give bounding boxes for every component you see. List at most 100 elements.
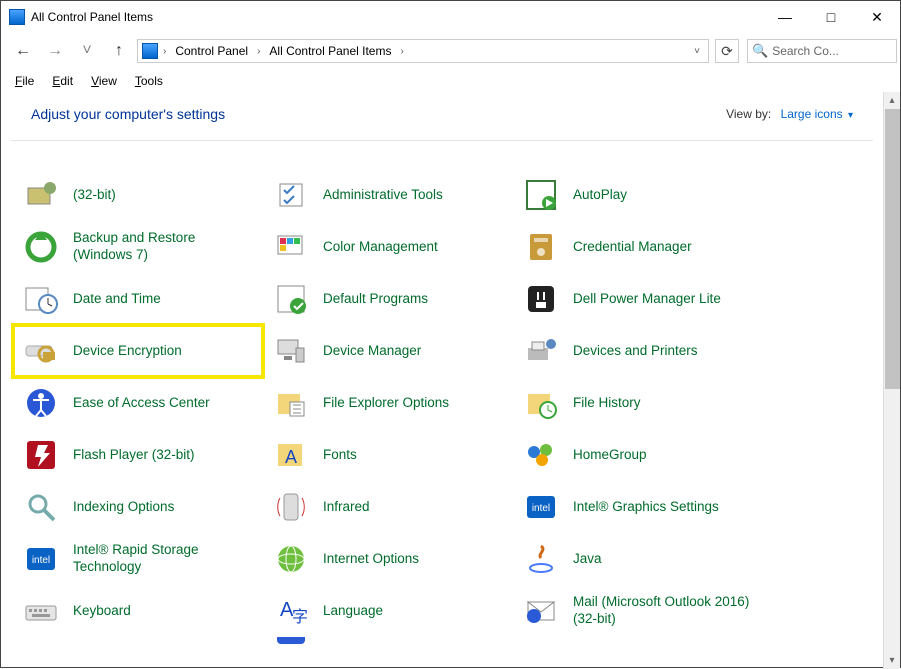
item-label: Credential Manager (573, 239, 692, 256)
item-label: Date and Time (73, 291, 161, 308)
menu-file[interactable]: File (7, 72, 42, 90)
item-label: Ease of Access Center (73, 395, 210, 412)
breadcrumb-control-panel[interactable]: Control Panel (171, 42, 252, 60)
refresh-button[interactable]: ⟳ (715, 39, 739, 63)
item-32bit[interactable]: (32-bit) (13, 169, 263, 221)
control-panel-mini-icon (142, 43, 158, 59)
item-feopt[interactable]: File Explorer Options (263, 377, 513, 429)
content-pane: Adjust your computer's settings View by:… (1, 92, 883, 657)
datetime-icon (23, 281, 59, 317)
item-intelgfx[interactable]: intel Intel® Graphics Settings (513, 481, 783, 533)
window-title: All Control Panel Items (31, 10, 762, 24)
item-label: Dell Power Manager Lite (573, 291, 721, 308)
item-admintools[interactable]: Administrative Tools (263, 169, 513, 221)
item-filehist[interactable]: File History (513, 377, 783, 429)
intelrst-icon: intel (23, 541, 59, 577)
dellpower-icon (523, 281, 559, 317)
back-button[interactable]: ← (9, 37, 37, 65)
item-mail[interactable]: Mail (Microsoft Outlook 2016) (32-bit) (513, 585, 783, 637)
inetopt-icon (273, 541, 309, 577)
java-icon (523, 541, 559, 577)
item-language[interactable]: A字Language (263, 585, 513, 637)
breadcrumb-all-items[interactable]: All Control Panel Items (265, 42, 395, 60)
flash-icon (23, 437, 59, 473)
svg-text:intel: intel (32, 555, 50, 566)
fonts-icon: A (273, 437, 309, 473)
homegroup-icon (523, 437, 559, 473)
item-colormgmt[interactable]: Color Management (263, 221, 513, 273)
item-intelrst[interactable]: intel Intel® Rapid Storage Technology (13, 533, 263, 585)
item-java[interactable]: Java (513, 533, 783, 585)
item-label: Indexing Options (73, 499, 174, 516)
item-label: Flash Player (32-bit) (73, 447, 195, 464)
netshare-icon (273, 637, 309, 648)
item-label: Color Management (323, 239, 438, 256)
control-panel-icon (9, 9, 25, 25)
recent-locations-button[interactable]: ˅ (73, 37, 101, 65)
item-label: Intel® Graphics Settings (573, 499, 719, 516)
view-by-value: Large icons (781, 107, 843, 121)
indexing-icon (23, 489, 59, 525)
vertical-scrollbar[interactable]: ▴ ▾ (883, 92, 900, 669)
item-backup[interactable]: Backup and Restore (Windows 7) (13, 221, 263, 273)
item-credmgr[interactable]: Credential Manager (513, 221, 783, 273)
backup-icon (23, 229, 59, 265)
item-dellpower[interactable]: Dell Power Manager Lite (513, 273, 783, 325)
item-label: Infrared (323, 499, 370, 516)
menu-edit[interactable]: Edit (44, 72, 81, 90)
item-flash[interactable]: Flash Player (32-bit) (13, 429, 263, 481)
item-fonts[interactable]: A Fonts (263, 429, 513, 481)
item-label: Keyboard (73, 603, 131, 620)
item-homegroup[interactable]: HomeGroup (513, 429, 783, 481)
item-label: Device Encryption (73, 343, 182, 360)
devprint-icon (523, 333, 559, 369)
forward-button[interactable]: → (41, 37, 69, 65)
address-bar[interactable]: › Control Panel › All Control Panel Item… (137, 39, 709, 63)
view-by-control[interactable]: View by: Large icons ▾ (726, 107, 853, 121)
item-label: File History (573, 395, 641, 412)
infrared-icon (273, 489, 309, 525)
item-label: Default Programs (323, 291, 428, 308)
menu-bar: File Edit View Tools (1, 69, 900, 92)
item-label: Fonts (323, 447, 357, 464)
item-label: Intel® Rapid Storage Technology (73, 542, 253, 576)
main-area: Adjust your computer's settings View by:… (1, 92, 900, 669)
item-devmgr[interactable]: Device Manager (263, 325, 513, 377)
minimize-button[interactable]: — (762, 2, 808, 32)
items-grid: (32-bit)Administrative Tools AutoPlay Back… (1, 141, 883, 657)
item-datetime[interactable]: Date and Time (13, 273, 263, 325)
settings-header: Adjust your computer's settings View by:… (11, 92, 873, 141)
item-label: Internet Options (323, 551, 419, 568)
item-ease[interactable]: Ease of Access Center (13, 377, 263, 429)
close-button[interactable]: ✕ (854, 2, 900, 32)
item-label: Language (323, 603, 383, 620)
search-box[interactable]: 🔍 Search Co... (747, 39, 897, 63)
maximize-button[interactable]: □ (808, 2, 854, 32)
item-indexing[interactable]: Indexing Options (13, 481, 263, 533)
item-devenc[interactable]: Device Encryption (13, 325, 263, 377)
scroll-down-button[interactable]: ▾ (884, 652, 900, 669)
item-label: AutoPlay (573, 187, 627, 204)
navigation-row: ← → ˅ ↑ › Control Panel › All Control Pa… (1, 33, 900, 69)
page-heading: Adjust your computer's settings (31, 106, 726, 122)
svg-text:intel: intel (532, 503, 550, 514)
item-defprog[interactable]: Default Programs (263, 273, 513, 325)
address-dropdown-button[interactable]: ˅ (690, 46, 704, 57)
item-keyboard[interactable]: Keyboard (13, 585, 263, 637)
item-devprint[interactable]: Devices and Printers (513, 325, 783, 377)
item-label: Mail (Microsoft Outlook 2016) (32-bit) (573, 594, 773, 628)
chevron-right-icon: › (398, 46, 405, 57)
caret-down-icon: ▾ (848, 110, 853, 121)
item-infrared[interactable]: Infrared (263, 481, 513, 533)
menu-view[interactable]: View (83, 72, 125, 90)
item-label: HomeGroup (573, 447, 647, 464)
chevron-right-icon: › (161, 46, 168, 57)
scroll-thumb[interactable] (885, 109, 900, 389)
item-inetopt[interactable]: Internet Options (263, 533, 513, 585)
item-netshare[interactable]: Network and Sharing (263, 637, 513, 651)
up-button[interactable]: ↑ (105, 37, 133, 65)
item-autoplay[interactable]: AutoPlay (513, 169, 783, 221)
scroll-up-button[interactable]: ▴ (884, 92, 900, 109)
menu-tools[interactable]: Tools (127, 72, 171, 90)
view-by-label: View by: (726, 107, 771, 121)
